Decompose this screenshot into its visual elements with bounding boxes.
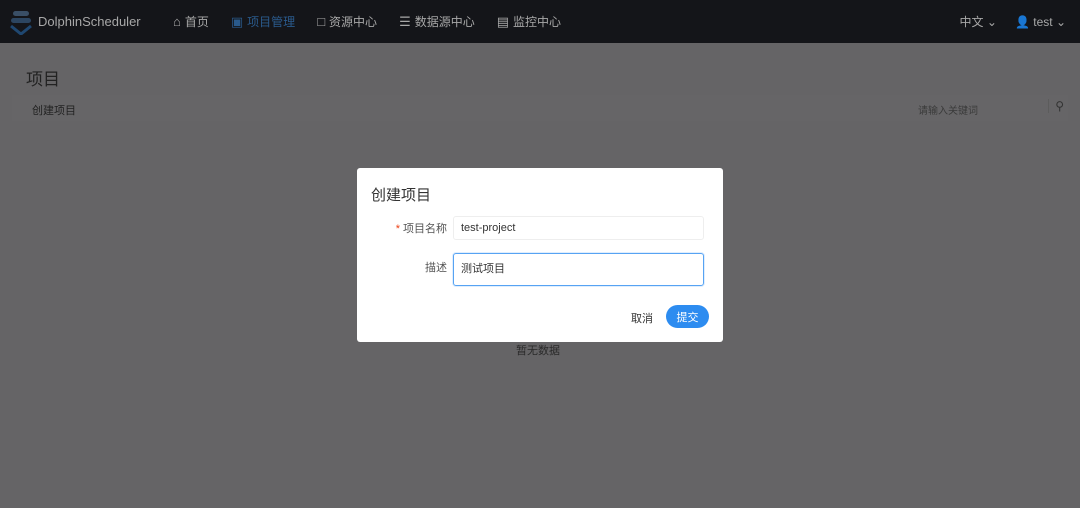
- nav-monitor[interactable]: ▤ 监控中心: [497, 13, 561, 30]
- user-name: test: [1033, 14, 1053, 29]
- nav-resource[interactable]: □ 资源中心: [317, 13, 377, 30]
- language-select[interactable]: 中文 ⌄: [960, 13, 997, 30]
- search-input[interactable]: 请输入关键词: [918, 102, 1038, 117]
- database-icon: ☰: [399, 13, 411, 29]
- search-icon[interactable]: ⚲: [1048, 99, 1064, 113]
- submit-button[interactable]: 提交: [666, 305, 709, 328]
- nav-label: 首页: [184, 15, 209, 29]
- dolphin-logo-icon: [10, 10, 32, 35]
- empty-text: 暂无数据: [516, 345, 560, 357]
- home-icon: ⌂: [173, 14, 181, 29]
- cancel-button[interactable]: 取消: [631, 310, 653, 326]
- folder-icon: □: [317, 14, 326, 29]
- desc-label: 描述: [425, 262, 447, 274]
- description-textarea[interactable]: 测试项目: [453, 253, 704, 286]
- chevron-down-icon: ⌄: [1055, 14, 1066, 29]
- name-label: * 项目名称: [395, 223, 447, 235]
- project-icon: ▣: [230, 13, 244, 29]
- chevron-down-icon: ⌄: [986, 15, 997, 29]
- user-icon: 👤: [1014, 14, 1030, 29]
- page-title: 项目: [26, 70, 60, 89]
- dialog-title: 创建项目: [371, 187, 432, 204]
- nav-label: 数据源中心: [414, 15, 475, 29]
- nav-label: 资源中心: [329, 15, 378, 29]
- monitor-icon: ▤: [496, 13, 510, 29]
- logo-text: DolphinScheduler: [38, 14, 141, 29]
- project-name-input[interactable]: test-project: [453, 216, 704, 240]
- nav-label: 监控中心: [513, 15, 562, 29]
- nav-home[interactable]: ⌂ 首页: [173, 13, 209, 30]
- toolbar: 创建项目 请输入关键词 ⚲: [12, 95, 1068, 121]
- create-project-button[interactable]: 创建项目: [32, 102, 76, 118]
- top-nav: DolphinScheduler ⌂ 首页 ▣ 项目管理 □ 资源中心 ☰ 数据源中心 …: [0, 0, 1080, 43]
- user-menu[interactable]: 👤 test ⌄: [1015, 15, 1066, 29]
- nav-label: 项目管理: [247, 15, 296, 29]
- logo[interactable]: DolphinScheduler: [8, 9, 173, 35]
- nav-datasource[interactable]: ☰ 数据源中心: [399, 13, 475, 30]
- create-project-dialog: 创建项目 * 项目名称 test-project 描述 测试项目 取消 提交: [357, 168, 723, 342]
- language-label: 中文: [959, 15, 984, 29]
- nav-project[interactable]: ▣ 项目管理: [231, 13, 295, 30]
